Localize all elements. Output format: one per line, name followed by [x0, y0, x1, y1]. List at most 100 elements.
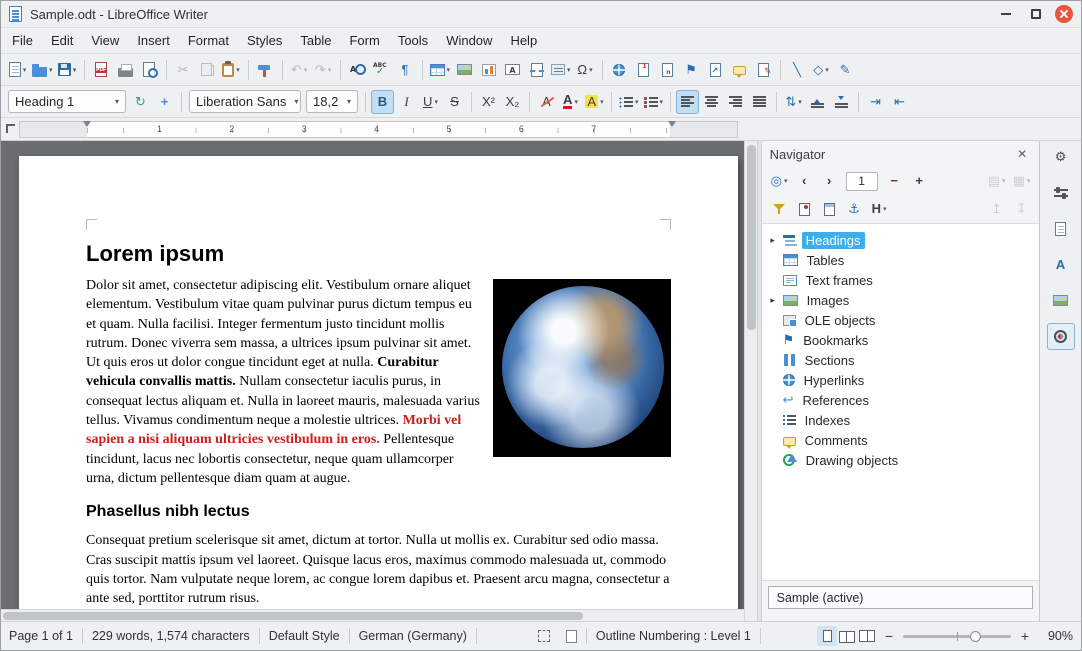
page[interactable]: Lorem ipsum Dolor sit amet, consectetur … [19, 156, 738, 609]
dropdown-arrow-icon[interactable]: ▾ [784, 177, 788, 185]
dropdown-arrow-icon[interactable]: ▾ [328, 66, 332, 74]
insert-footnote-button[interactable] [632, 58, 655, 82]
left-indent-marker[interactable] [83, 121, 91, 127]
paste-button[interactable]: ▾ [220, 58, 243, 82]
demote-level-button[interactable]: ↧ [1010, 197, 1033, 221]
align-center-button[interactable] [700, 90, 723, 114]
navigator-item-sections[interactable]: Sections [762, 350, 1039, 370]
undo-button[interactable]: ↶▾ [288, 58, 311, 82]
open-button[interactable]: ▾ [30, 58, 55, 82]
formatting-marks-button[interactable]: ¶ [394, 58, 417, 82]
show-draw-functions-button[interactable]: ✎ [834, 58, 857, 82]
sidebar-tab-styles-deck[interactable]: A [1047, 251, 1075, 278]
horizontal-ruler[interactable]: 1234567 [19, 121, 738, 138]
clone-formatting-button[interactable] [254, 58, 277, 82]
justify-button[interactable] [748, 90, 771, 114]
set-reminder-button[interactable] [793, 197, 816, 221]
navigator-item-references[interactable]: ↩References [762, 390, 1039, 410]
dropdown-arrow-icon[interactable]: ▾ [434, 98, 438, 106]
dropdown-arrow-icon[interactable]: ▾ [635, 98, 639, 106]
right-indent-marker[interactable] [668, 121, 676, 127]
word-count-status[interactable]: 229 words, 1,574 characters [92, 629, 250, 643]
page-style-status[interactable]: Default Style [269, 629, 340, 643]
navigator-item-comments[interactable]: Comments [762, 430, 1039, 450]
redo-button[interactable]: ↷▾ [312, 58, 335, 82]
dropdown-arrow-icon[interactable]: ▾ [447, 66, 451, 74]
dropdown-arrow-icon[interactable]: ▾ [660, 98, 664, 106]
menu-help[interactable]: Help [501, 28, 546, 54]
zoom-percentage[interactable]: 90% [1037, 629, 1073, 643]
vertical-scrollbar-track[interactable] [745, 141, 757, 609]
font-color-button[interactable]: A▾ [559, 90, 582, 114]
tab-stop-selector-icon[interactable] [6, 124, 15, 133]
navigate-by-button[interactable]: ◎▾ [768, 169, 791, 193]
chevron-down-icon[interactable]: ▾ [294, 97, 298, 106]
navigator-item-ole-objects[interactable]: OLE objects [762, 310, 1039, 330]
menu-form[interactable]: Form [340, 28, 388, 54]
clear-formatting-button[interactable]: A [535, 90, 558, 114]
navigator-item-text-frames[interactable]: Text frames [762, 270, 1039, 290]
unordered-list-button[interactable]: ▾ [617, 90, 641, 114]
sidebar-tab-page-deck[interactable] [1047, 215, 1075, 242]
dropdown-arrow-icon[interactable]: ▾ [574, 98, 578, 106]
highlight-color-button[interactable]: A▾ [583, 90, 606, 114]
navigator-item-hyperlinks[interactable]: Hyperlinks [762, 370, 1039, 390]
selection-mode-icon[interactable] [538, 630, 550, 642]
menu-table[interactable]: Table [291, 28, 340, 54]
insert-line-button[interactable]: ╲ [786, 58, 809, 82]
sidebar-tab-properties[interactable] [1047, 179, 1075, 206]
decrease-paragraph-spacing-button[interactable] [830, 90, 853, 114]
insert-page-break-button[interactable] [525, 58, 548, 82]
outline-numbering-status[interactable]: Outline Numbering : Level 1 [596, 629, 751, 643]
dropdown-arrow-icon[interactable]: ▾ [600, 98, 604, 106]
sidebar-tab-navigator-deck[interactable] [1047, 323, 1075, 350]
menu-edit[interactable]: Edit [42, 28, 82, 54]
insert-textbox-button[interactable] [501, 58, 524, 82]
content-navigation-view-button[interactable] [768, 197, 791, 221]
find-replace-button[interactable] [346, 58, 369, 82]
insert-endnote-button[interactable] [656, 58, 679, 82]
new-style-button[interactable]: + [153, 90, 176, 114]
promote-level-button[interactable]: ↥ [985, 197, 1008, 221]
navigator-item-drawing-objects[interactable]: Drawing objects [762, 450, 1039, 470]
dropdown-arrow-icon[interactable]: ▾ [23, 66, 27, 74]
insert-bookmark-button[interactable]: ⚑ [680, 58, 703, 82]
basic-shapes-button[interactable]: ◇▾ [810, 58, 833, 82]
dropdown-arrow-icon[interactable]: ▾ [1027, 177, 1031, 185]
dropdown-arrow-icon[interactable]: ▾ [589, 66, 593, 74]
book-view-button[interactable] [857, 626, 877, 646]
zoom-in-icon[interactable]: + [1019, 628, 1031, 644]
zoom-slider-thumb[interactable] [970, 631, 981, 642]
multi-page-view-button[interactable] [837, 626, 857, 646]
sidebar-tab-sidebar-settings[interactable]: ⚙ [1047, 143, 1075, 170]
horizontal-scrollbar-thumb[interactable] [3, 612, 583, 620]
spin-increment-button[interactable]: + [908, 169, 931, 193]
dropdown-arrow-icon[interactable]: ▾ [567, 66, 571, 74]
vertical-scrollbar-thumb[interactable] [747, 145, 756, 330]
dropdown-arrow-icon[interactable]: ▾ [236, 66, 240, 74]
align-right-button[interactable] [724, 90, 747, 114]
new-document-button[interactable]: ▾ [6, 58, 29, 82]
underline-button[interactable]: U▾ [419, 90, 442, 114]
insert-comment-button[interactable] [728, 58, 751, 82]
paragraph-style-select[interactable]: Heading 1 ▾ [8, 90, 126, 113]
dropdown-arrow-icon[interactable]: ▾ [73, 66, 77, 74]
chevron-down-icon[interactable]: ▾ [115, 97, 119, 106]
navigator-document-selector[interactable]: Sample (active) [768, 586, 1033, 609]
dropdown-arrow-icon[interactable]: ▾ [49, 66, 53, 74]
navigator-item-bookmarks[interactable]: ⚑Bookmarks [762, 330, 1039, 350]
strikethrough-button[interactable]: S [443, 90, 466, 114]
cut-button[interactable]: ✂ [172, 58, 195, 82]
insert-hyperlink-button[interactable] [608, 58, 631, 82]
text-area[interactable]: Lorem ipsum Dolor sit amet, consectetur … [86, 221, 671, 608]
insert-cross-reference-button[interactable] [704, 58, 727, 82]
page-number-status[interactable]: Page 1 of 1 [9, 629, 73, 643]
navigator-item-tables[interactable]: Tables [762, 250, 1039, 270]
decrease-indent-button[interactable]: ⇤ [888, 90, 911, 114]
spelling-button[interactable] [370, 58, 393, 82]
dropdown-arrow-icon[interactable]: ▾ [1002, 177, 1006, 185]
list-box-button[interactable]: ▤▾ [985, 169, 1008, 193]
ordered-list-button[interactable]: ▾ [642, 90, 666, 114]
save-button[interactable]: ▾ [56, 58, 79, 82]
drag-mode-button[interactable]: ▦▾ [1010, 169, 1033, 193]
